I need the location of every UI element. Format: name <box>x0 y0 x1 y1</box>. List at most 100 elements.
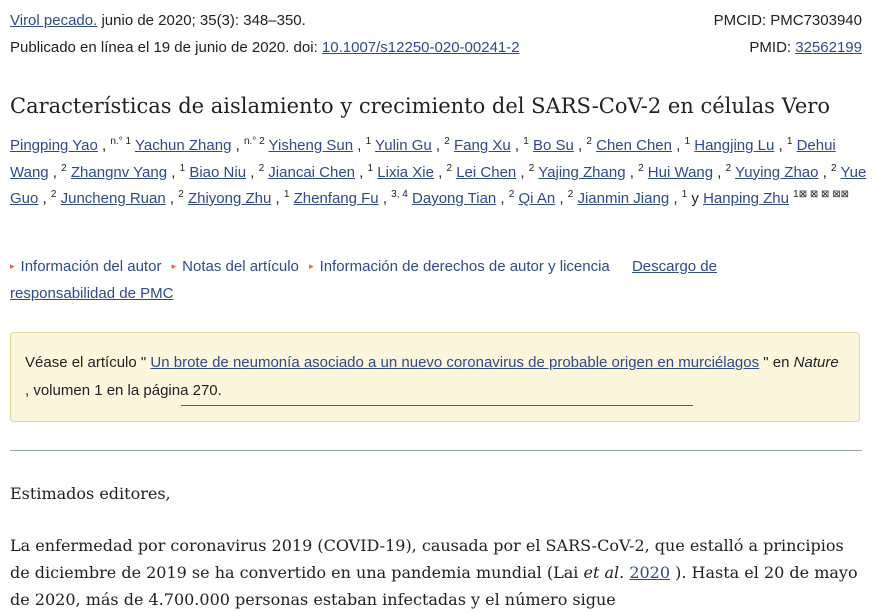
author-list: Pingping Yao , n.° 1 Yachun Zhang , n.° … <box>10 133 872 213</box>
author-separator: , <box>378 190 392 207</box>
author-separator: , <box>231 137 244 154</box>
author-link[interactable]: Yajing Zhang <box>538 164 625 181</box>
journal-issue: Virol pecado. junio de 2020; 35(3): 348–… <box>10 11 306 31</box>
author-link[interactable]: Juncheng Ruan <box>61 190 166 207</box>
author-link[interactable]: Chen Chen <box>596 137 672 154</box>
affiliation-marker[interactable]: 2 <box>586 136 592 147</box>
affiliation-marker[interactable]: 1 <box>180 163 186 174</box>
affiliation-marker[interactable]: 1 <box>368 163 374 174</box>
author-conjunction: y <box>691 190 704 207</box>
author-link[interactable]: Yachun Zhang <box>135 137 231 154</box>
issue-text: junio de 2020; 35(3): 348–350. <box>97 12 306 29</box>
affiliation-marker[interactable]: 1 <box>366 136 372 147</box>
affiliation-marker[interactable]: 2 <box>178 189 184 200</box>
author-link[interactable]: Jianmin Jiang <box>577 190 669 207</box>
journal-link[interactable]: Virol pecado. <box>10 12 97 29</box>
affiliation-marker[interactable]: 1⊠ ⊠ ⊠ ⊠⊠ <box>793 189 849 200</box>
author-link[interactable]: Qi An <box>519 190 556 207</box>
author-separator: , <box>510 137 524 154</box>
author-separator: , <box>355 163 368 181</box>
related-article-notice: Véase el artículo " Un brote de neumonía… <box>10 332 860 422</box>
notice-underline <box>181 405 693 406</box>
affiliation-marker[interactable]: 2 <box>568 189 574 200</box>
author-link[interactable]: Zhangnv Yang <box>71 164 167 181</box>
author-link[interactable]: Hangjing Lu <box>694 137 774 154</box>
affiliation-marker[interactable]: 2 <box>446 163 452 174</box>
affiliation-marker[interactable]: 1 <box>682 189 688 200</box>
author-separator: , <box>672 137 685 154</box>
affiliation-marker[interactable]: 3, 4 <box>391 189 408 200</box>
affiliation-marker[interactable]: 2 <box>509 189 515 200</box>
notice-suffix: , volumen 1 en la página 270. <box>25 382 222 399</box>
affiliation-marker[interactable]: 2 <box>638 163 644 174</box>
author-link[interactable]: Yulin Gu <box>375 137 432 154</box>
author-link[interactable]: Zhenfang Fu <box>294 190 379 207</box>
affiliation-marker[interactable]: 2 <box>529 163 535 174</box>
notice-prefix: Véase el artículo " <box>25 354 151 371</box>
triangle-right-icon: ▸ <box>309 261 314 271</box>
affiliation-marker[interactable]: 2 <box>259 163 265 174</box>
author-separator: , <box>669 190 682 207</box>
affiliation-marker[interactable]: 1 <box>284 189 290 200</box>
notice-journal: Nature <box>793 354 839 371</box>
author-separator: , <box>353 137 366 154</box>
para-etal: et al. <box>583 563 625 582</box>
author-separator: , <box>774 137 787 154</box>
pmid-link[interactable]: 32562199 <box>795 39 862 56</box>
author-link[interactable]: Lixia Xie <box>377 164 434 181</box>
affiliation-marker[interactable]: 2 <box>726 163 732 174</box>
affiliation-marker[interactable]: 1 <box>523 136 529 147</box>
author-info-link[interactable]: Información del autor <box>21 258 162 275</box>
affiliation-marker[interactable]: n.° 2 <box>244 136 265 147</box>
author-link[interactable]: Fang Xu <box>454 137 511 154</box>
pmcid-label: PMCID: PMC7303940 <box>713 12 862 29</box>
copyright-link[interactable]: Información de derechos de autor y licen… <box>320 258 610 275</box>
affiliation-marker[interactable]: n.° 1 <box>110 136 131 147</box>
author-link[interactable]: Dayong Tian <box>412 190 496 207</box>
author-separator: , <box>625 163 639 181</box>
reference-link[interactable]: 2020 <box>629 563 670 582</box>
published-info: Publicado en línea el 19 de junio de 202… <box>10 38 520 58</box>
author-separator: , <box>555 190 568 207</box>
author-separator: , <box>431 137 445 154</box>
author-separator: , <box>246 163 259 181</box>
author-separator: , <box>573 137 587 154</box>
doi-link[interactable]: 10.1007/s12250-020-00241-2 <box>322 39 520 56</box>
article-notes-link[interactable]: Notas del artículo <box>182 258 299 275</box>
citation-row-2: Publicado en línea el 19 de junio de 202… <box>10 38 862 58</box>
affiliation-marker[interactable]: 2 <box>51 189 57 200</box>
author-separator: , <box>271 190 284 207</box>
author-separator: , <box>516 163 529 181</box>
author-separator: , <box>496 190 509 207</box>
author-separator: , <box>167 163 180 181</box>
pmid-label: PMID: <box>749 39 796 56</box>
triangle-right-icon: ▸ <box>10 261 15 271</box>
related-article-link[interactable]: Un brote de neumonía asociado a un nuevo… <box>150 354 759 371</box>
affiliation-marker[interactable]: 2 <box>444 136 450 147</box>
author-separator: , <box>38 190 51 207</box>
author-link[interactable]: Pingping Yao <box>10 137 98 154</box>
affiliation-marker[interactable]: 1 <box>685 136 691 147</box>
author-link[interactable]: Jiancai Chen <box>268 164 355 181</box>
author-link[interactable]: Biao Niu <box>189 164 246 181</box>
article-title: Características de aislamiento y crecimi… <box>10 94 830 118</box>
author-link-corresponding[interactable]: Hanping Zhu <box>703 190 789 207</box>
author-link[interactable]: Zhiyong Zhu <box>188 190 271 207</box>
pmid-info: PMID: 32562199 <box>749 38 862 58</box>
affiliation-marker[interactable]: 2 <box>61 163 67 174</box>
author-separator: , <box>165 190 179 207</box>
author-link[interactable]: Lei Chen <box>456 164 516 181</box>
citation-block: Virol pecado. junio de 2020; 35(3): 348–… <box>10 11 862 58</box>
author-link[interactable]: Bo Su <box>533 137 574 154</box>
affiliation-marker[interactable]: 1 <box>787 136 793 147</box>
author-link[interactable]: Hui Wang <box>648 164 713 181</box>
author-link[interactable]: Yisheng Sun <box>269 137 354 154</box>
citation-row-1: Virol pecado. junio de 2020; 35(3): 348–… <box>10 11 862 31</box>
greeting-paragraph: Estimados editores, <box>10 484 171 503</box>
triangle-right-icon: ▸ <box>171 261 177 271</box>
article-info-links: ▸ Información del autor ▸ Notas del artícu… <box>10 254 770 307</box>
section-divider <box>10 450 862 451</box>
author-link[interactable]: Yuying Zhao <box>735 164 818 181</box>
affiliation-marker[interactable]: 2 <box>831 163 837 174</box>
notice-text: Véase el artículo " Un brote de neumonía… <box>25 349 845 405</box>
